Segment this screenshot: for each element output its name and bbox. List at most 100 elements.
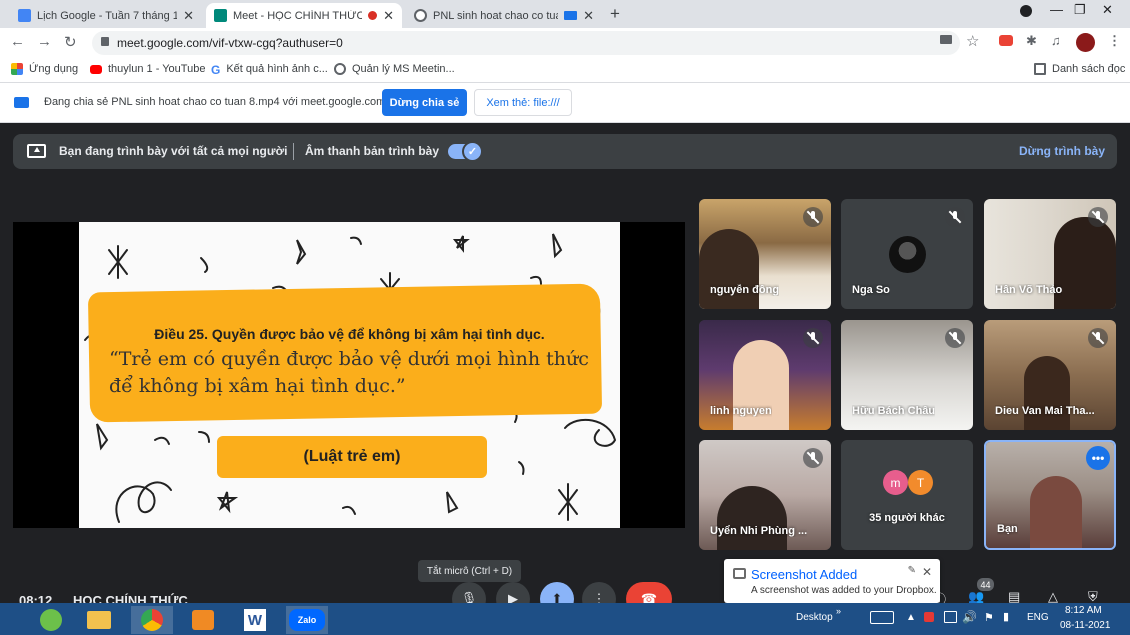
file-explorer-icon — [87, 611, 111, 629]
reload-icon[interactable]: ↻ — [64, 33, 77, 51]
zalo-icon: Zalo — [289, 609, 325, 631]
close-tab-icon[interactable]: ✕ — [583, 8, 594, 24]
google-icon: G — [211, 63, 221, 77]
others-tile[interactable]: m T 35 người khác — [841, 440, 973, 550]
swoosh-doodle — [200, 257, 209, 273]
tab-meet[interactable]: Meet - HỌC CHÍNH THỨC ✕ — [206, 3, 402, 28]
swoosh-doodle — [198, 431, 210, 443]
participant-tile[interactable]: Hân Võ Thảo — [984, 199, 1116, 309]
mic-off-icon — [1088, 207, 1108, 227]
bookmark-google-images[interactable]: G Kết quả hình ảnh c... — [211, 63, 328, 77]
youtube-icon — [90, 64, 102, 74]
participant-figure — [1024, 356, 1070, 430]
close-window-icon[interactable]: ✕ — [1102, 2, 1113, 18]
bookmark-label: thuylun 1 - YouTube — [108, 63, 206, 75]
avatar: T — [908, 470, 933, 495]
tab-google-calendar[interactable]: Lịch Google - Tuần 7 tháng 11, 2( ✕ — [10, 3, 202, 28]
taskbar-word[interactable]: W — [234, 606, 276, 634]
sparkle-doodle — [558, 483, 578, 521]
swoosh-doodle — [530, 275, 542, 285]
share-infobar: Đang chia sẻ PNL sinh hoat chao co tuan … — [0, 83, 1130, 123]
new-tab-button[interactable]: + — [610, 4, 620, 24]
reading-list-icon — [1034, 63, 1046, 75]
reading-list-button[interactable]: Danh sách đọc — [1034, 63, 1125, 75]
extensions-icon[interactable]: ✱ — [1026, 33, 1037, 49]
taskbar-media-player[interactable] — [182, 606, 224, 634]
bookmark-youtube[interactable]: thuylun 1 - YouTube — [90, 63, 205, 75]
chrome-menu-icon[interactable]: ⋮ — [1108, 33, 1121, 49]
participant-tile[interactable]: nguyễn đông — [699, 199, 831, 309]
flag-icon[interactable]: ⚑ — [984, 611, 994, 624]
view-tab-button[interactable]: Xem thẻ: file:/// — [474, 89, 572, 116]
mic-off-icon — [803, 448, 823, 468]
security-icon[interactable] — [924, 612, 934, 622]
restore-icon[interactable]: ❐ — [1074, 2, 1086, 18]
desktop-toolbar-label[interactable]: Desktop — [796, 612, 833, 623]
usb-icon[interactable] — [944, 611, 957, 623]
bookmark-ms-meeting[interactable]: Quản lý MS Meetin... — [334, 63, 455, 75]
chrome-icon — [141, 609, 163, 631]
media-control-icon[interactable]: ♫ — [1051, 33, 1061, 48]
network-icon[interactable]: ▮ — [1003, 610, 1009, 623]
address-bar[interactable]: meet.google.com/vif-vtxw-cgq?authuser=0 — [92, 31, 960, 55]
bookmark-apps[interactable]: Ứng dụng — [11, 63, 78, 75]
forward-icon[interactable]: → — [37, 33, 52, 50]
profile-avatar[interactable] — [1076, 33, 1095, 52]
taskbar-time[interactable]: 8:12 AM — [1065, 605, 1102, 616]
google-calendar-icon — [18, 9, 31, 22]
back-icon[interactable]: ← — [10, 33, 25, 50]
start-button[interactable] — [30, 606, 72, 634]
minimize-icon[interactable]: — — [1050, 2, 1063, 17]
sparkle-doodle — [108, 245, 128, 279]
camera-in-use-icon[interactable] — [940, 35, 952, 44]
more-options-icon[interactable]: ••• — [1086, 446, 1110, 470]
stop-presenting-button[interactable]: Dừng trình bày — [1019, 144, 1105, 158]
taskbar-date[interactable]: 08-11-2021 — [1060, 620, 1110, 631]
taskbar-chrome[interactable] — [131, 606, 173, 634]
google-meet-icon — [214, 9, 227, 22]
mic-tooltip: Tắt micrô (Ctrl + D) — [418, 560, 521, 582]
presentation-audio-toggle[interactable]: ✓ — [448, 141, 483, 162]
close-tab-icon[interactable]: ✕ — [183, 8, 194, 24]
tab-search-icon[interactable] — [1020, 5, 1032, 17]
youtube-extension-icon[interactable] — [999, 35, 1013, 46]
dropbox-notification[interactable]: Screenshot Added A screenshot was added … — [724, 559, 940, 603]
participant-name: Dieu Van Mai Tha... — [995, 405, 1095, 417]
close-icon[interactable]: ✕ — [922, 565, 932, 579]
participant-name: linh nguyen — [710, 405, 772, 417]
mic-off-icon — [803, 207, 823, 227]
participant-tile[interactable]: Hữu Bách Châu — [841, 320, 973, 430]
participant-tile[interactable]: Uyển Nhi Phùng ... — [699, 440, 831, 550]
swoosh-doodle — [342, 505, 356, 515]
bookmark-icon — [334, 63, 346, 75]
show-hidden-icons[interactable]: ▲ — [906, 612, 916, 623]
taskbar-zalo[interactable]: Zalo — [286, 606, 328, 634]
tab-title: Meet - HỌC CHÍNH THỨC — [233, 9, 363, 22]
mic-off-icon — [945, 328, 965, 348]
participant-tile[interactable]: Nga So — [841, 199, 973, 309]
self-tile[interactable]: ••• Bạn — [984, 440, 1116, 550]
loop-doodle — [115, 481, 172, 523]
bookmark-star-icon[interactable]: ☆ — [966, 32, 979, 50]
apps-grid-icon — [11, 63, 23, 75]
participant-tile[interactable]: Dieu Van Mai Tha... — [984, 320, 1116, 430]
language-indicator[interactable]: ENG — [1027, 612, 1049, 623]
participant-tile[interactable]: linh nguyen — [699, 320, 831, 430]
diamond-doodle — [552, 233, 563, 259]
slide-source: (Luật trẻ em) — [303, 448, 401, 465]
slide-title: Điều 25. Quyền được bảo vệ để không bị x… — [154, 326, 545, 342]
participant-name: Bạn — [997, 523, 1018, 535]
browser-toolbar: ← → ↻ meet.google.com/vif-vtxw-cgq?authu… — [0, 28, 1130, 58]
stop-sharing-button[interactable]: Dừng chia sẻ — [382, 89, 467, 116]
pin-icon[interactable]: ✎ — [908, 565, 916, 576]
expand-icon[interactable]: » — [836, 606, 841, 616]
diamond-doodle — [446, 491, 459, 514]
volume-icon[interactable]: 🔊 — [962, 610, 977, 624]
participant-figure — [1030, 476, 1082, 548]
mic-off-icon — [1088, 328, 1108, 348]
touch-keyboard-icon[interactable] — [870, 611, 894, 624]
taskbar-file-explorer[interactable] — [78, 606, 120, 634]
close-tab-icon[interactable]: ✕ — [383, 8, 394, 24]
media-player-icon — [192, 610, 214, 630]
tab-pnl-video[interactable]: PNL sinh hoat chao co tuan ✕ — [406, 3, 602, 28]
